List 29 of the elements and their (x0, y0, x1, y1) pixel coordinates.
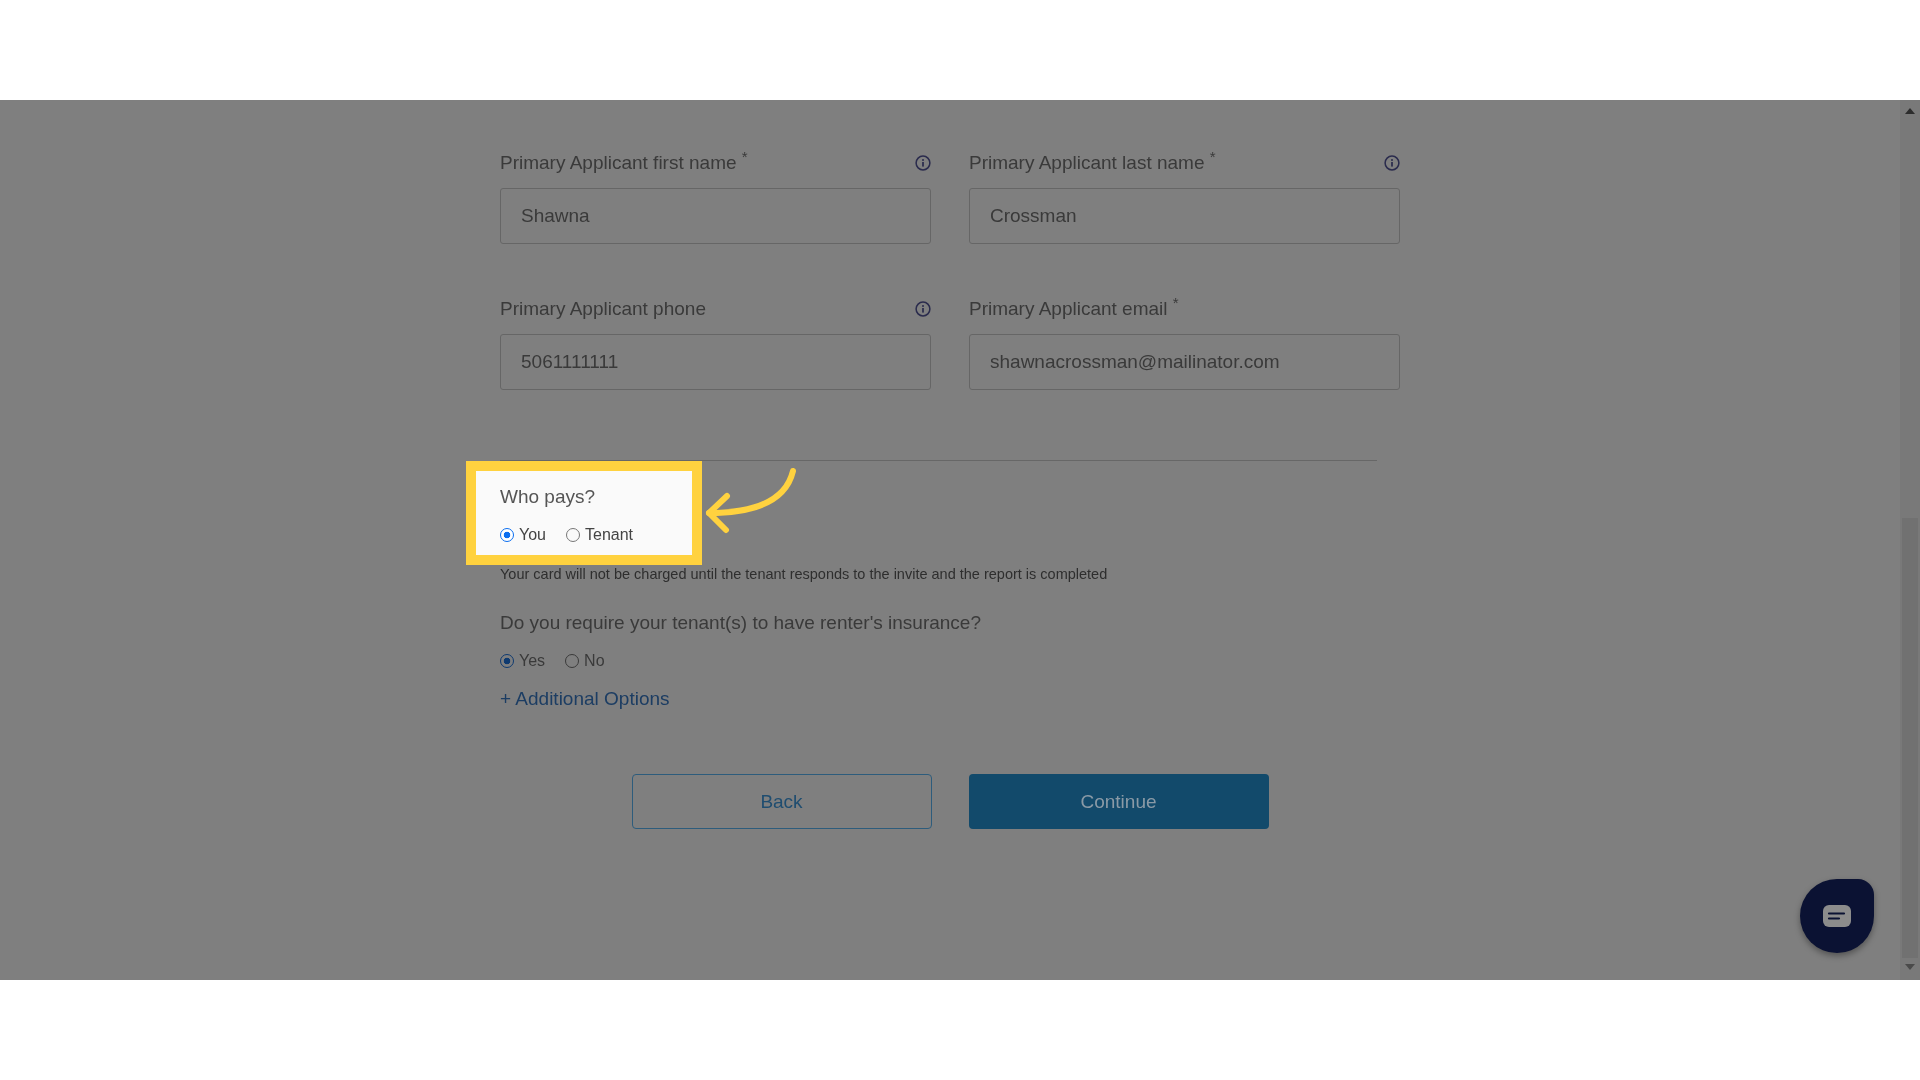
option-label: Tenant (585, 525, 634, 545)
radio-button[interactable] (500, 528, 514, 542)
chat-button[interactable] (1800, 879, 1874, 953)
info-icon[interactable] (915, 155, 931, 171)
option-label: No (584, 651, 605, 671)
curved-arrow-icon (703, 466, 799, 536)
question-label: Do you require your tenant(s) to have renter's insurance? (500, 611, 981, 635)
info-icon[interactable] (1384, 155, 1400, 171)
field-label: Primary Applicant last name $^{*}$ (969, 152, 1216, 174)
option-label: Yes (519, 651, 546, 671)
radio-button[interactable] (500, 654, 514, 668)
text-field[interactable]: Crossman (969, 188, 1400, 244)
field-label: Primary Applicant phone (500, 298, 706, 320)
back-button[interactable]: Back (631, 774, 932, 829)
text-field[interactable]: shawnacrossman@mailinator.com (969, 334, 1400, 390)
scroll-up-arrow-icon[interactable] (1905, 108, 1915, 114)
option-label: You (519, 525, 546, 545)
text-field[interactable]: 5061111111 (500, 334, 931, 390)
question-label: Who pays? (500, 485, 597, 509)
field-label: Primary Applicant first name $^{*}$ (500, 152, 748, 174)
continue-button[interactable]: Continue (968, 774, 1269, 829)
additional-options-link[interactable]: + Additional Options (500, 687, 670, 711)
note-text: Your card will not be charged until the tenant responds to the invite and the report is completed (500, 565, 1108, 583)
text-field[interactable]: Shawna (500, 188, 931, 244)
message-icon (1823, 905, 1851, 927)
scroll-down-arrow-icon[interactable] (1905, 964, 1915, 970)
field-label: Primary Applicant email $^{*}$ (969, 298, 1179, 320)
info-icon[interactable] (915, 301, 931, 317)
scrollbar[interactable] (1900, 100, 1920, 980)
